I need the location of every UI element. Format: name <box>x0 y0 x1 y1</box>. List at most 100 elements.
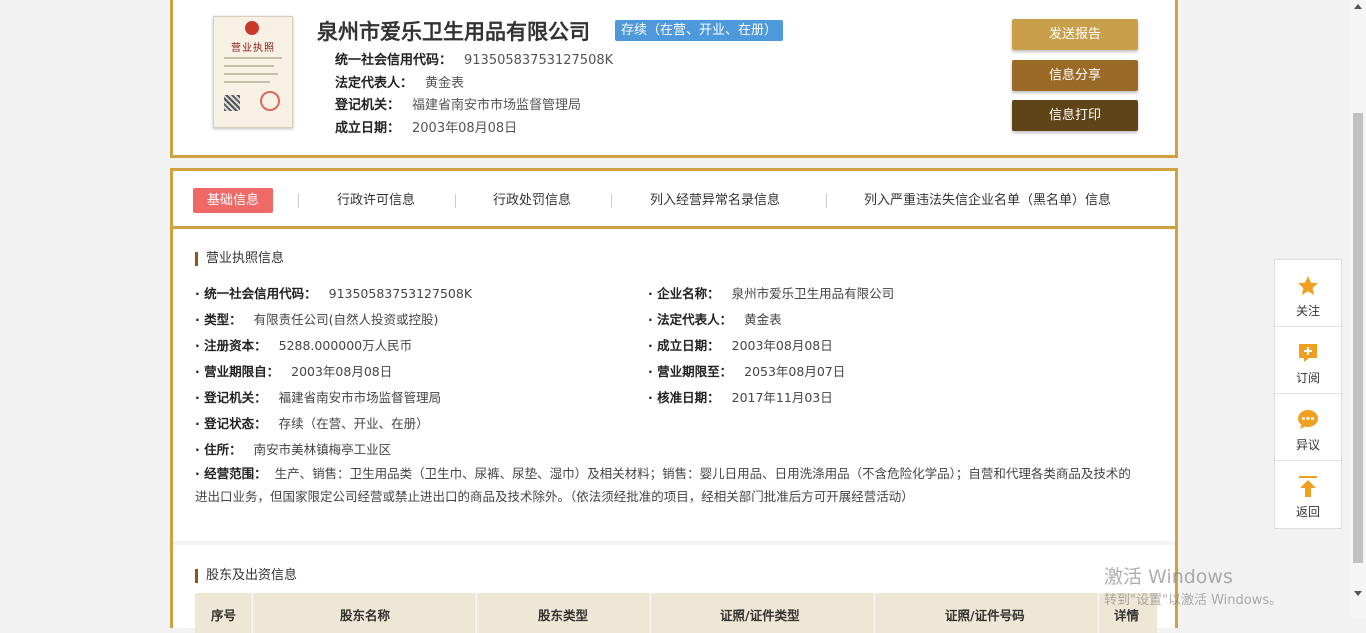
tab-abnormal-operation[interactable]: 列入经营异常名录信息 <box>650 188 780 213</box>
qr-code-icon <box>224 95 240 111</box>
field-value: 2053年08月07日 <box>744 364 846 379</box>
field-label: 登记机关： <box>204 390 267 405</box>
field-value: 5288.000000万人民币 <box>278 338 413 353</box>
column-header: 证照/证件类型 <box>720 608 800 623</box>
field-label: 营业期限至： <box>657 364 733 379</box>
subscribe-label: 订阅 <box>1295 371 1320 385</box>
tab-separator <box>455 194 456 208</box>
field-type: · 类型： 有限责任公司(自然人投资或控股) <box>195 312 439 327</box>
page-scrollbar[interactable] <box>1350 0 1366 619</box>
field-credit-code: · 统一社会信用代码： 91350583753127508K <box>195 286 473 301</box>
field-address: · 住所： 南安市美林镇梅亭工业区 <box>195 442 392 457</box>
field-label: 成立日期： <box>657 338 720 353</box>
field-value: 福建省南安市市场监督管理局 <box>278 390 442 405</box>
summary-value: 福建省南安市市场监督管理局 <box>412 98 582 113</box>
tab-admin-penalty[interactable]: 行政处罚信息 <box>493 188 571 213</box>
license-text-line <box>224 65 274 67</box>
column-header: 序号 <box>211 608 237 623</box>
column-separator <box>874 593 875 633</box>
shareholders-table-header: 序号 股东名称 股东类型 证照/证件类型 证照/证件号码 详情 <box>195 593 1157 633</box>
status-badge: 存续（在营、开业、在册） <box>615 20 784 41</box>
field-value: 黄金表 <box>744 312 782 327</box>
column-separator <box>252 593 253 633</box>
field-label: 住所： <box>204 442 242 457</box>
tab-separator <box>298 194 299 208</box>
follow-button[interactable]: 关注 <box>1275 260 1341 327</box>
back-to-top-button[interactable]: 返回 <box>1275 461 1341 527</box>
company-details-card: 基础信息 行政许可信息 行政处罚信息 列入经营异常名录信息 列入严重违法失信企业… <box>170 168 1178 633</box>
field-label: 企业名称： <box>657 286 720 301</box>
tab-blacklist[interactable]: 列入严重违法失信企业名单（黑名单）信息 <box>864 188 1111 213</box>
subscribe-button[interactable]: 订阅 <box>1275 327 1341 394</box>
field-registration-status: · 登记状态： 存续（在营、开业、在册） <box>195 416 429 431</box>
field-registered-capital: · 注册资本： 5288.000000万人民币 <box>195 338 413 353</box>
subscribe-plus-icon <box>1299 344 1317 362</box>
field-company-name: · 企业名称： 泉州市爱乐卫生用品有限公司 <box>648 286 895 301</box>
field-label: 统一社会信用代码： <box>204 286 317 301</box>
column-header: 股东名称 <box>340 608 391 623</box>
field-value: 91350583753127508K <box>328 286 473 301</box>
summary-label: 统一社会信用代码： <box>335 53 453 68</box>
share-info-button[interactable]: 信息分享 <box>1012 60 1138 91</box>
business-scope: · 经营范围： 生产、销售：卫生用品类（卫生巾、尿裤、尿垫、湿巾）及相关材料；销… <box>195 466 1131 504</box>
business-license-thumbnail[interactable]: 营业执照 <box>213 16 293 128</box>
objection-label: 异议 <box>1295 438 1320 452</box>
tab-bar: 基础信息 行政许可信息 行政处罚信息 列入经营异常名录信息 列入严重违法失信企业… <box>173 171 1175 229</box>
field-value: 2003年08月08日 <box>731 338 833 353</box>
windows-activation-watermark-title: 激活 Windows <box>1104 566 1233 588</box>
column-separator <box>476 593 477 633</box>
company-name: 泉州市爱乐卫生用品有限公司 <box>317 20 590 44</box>
tab-basic-info[interactable]: 基础信息 <box>193 188 274 213</box>
scrollbar-thumb[interactable] <box>1353 113 1363 563</box>
chat-bubble-icon <box>1298 410 1318 429</box>
tab-separator <box>611 194 612 208</box>
summary-label: 法定代表人： <box>335 76 414 91</box>
objection-button[interactable]: 异议 <box>1275 394 1341 461</box>
field-label: 法定代表人： <box>657 312 733 327</box>
summary-value: 黄金表 <box>425 76 465 91</box>
star-icon <box>1298 276 1318 295</box>
field-label: 营业期限自： <box>204 364 280 379</box>
side-action-panel: 关注 订阅 异议 返回 <box>1274 259 1342 529</box>
business-scope-value: 生产、销售：卫生用品类（卫生巾、尿裤、尿垫、湿巾）及相关材料；销售：婴儿日用品、… <box>195 466 1131 504</box>
field-established-date: · 成立日期： 2003年08月08日 <box>648 338 833 353</box>
scroll-down-arrow-icon[interactable] <box>1354 591 1362 596</box>
shareholders-section-title: 股东及出资信息 <box>195 569 297 583</box>
follow-label: 关注 <box>1295 304 1320 318</box>
tab-admin-license[interactable]: 行政许可信息 <box>337 188 415 213</box>
field-value: 泉州市爱乐卫生用品有限公司 <box>731 286 895 301</box>
field-legal-rep: · 法定代表人： 黄金表 <box>648 312 782 327</box>
summary-established-date: 成立日期： 2003年08月08日 <box>335 117 517 136</box>
field-label: 登记状态： <box>204 416 267 431</box>
summary-registration-authority: 登记机关： 福建省南安市市场监督管理局 <box>335 94 581 113</box>
column-header: 股东类型 <box>538 608 589 623</box>
business-scope-label: 经营范围： <box>204 466 267 481</box>
summary-label: 成立日期： <box>335 121 401 136</box>
send-report-button[interactable]: 发送报告 <box>1012 19 1138 50</box>
license-text-line <box>224 57 282 59</box>
summary-label: 登记机关： <box>335 98 401 113</box>
arrow-up-icon <box>1299 476 1317 497</box>
field-label: 注册资本： <box>204 338 267 353</box>
summary-value: 91350583753127508K <box>464 53 614 68</box>
field-label: 核准日期： <box>657 390 720 405</box>
field-value: 2003年08月08日 <box>291 364 393 379</box>
official-seal-icon <box>260 91 280 111</box>
summary-legal-rep: 法定代表人： 黄金表 <box>335 72 464 91</box>
field-label: 类型： <box>204 312 242 327</box>
column-header: 证照/证件号码 <box>945 608 1025 623</box>
column-separator <box>650 593 651 633</box>
summary-credit-code: 统一社会信用代码： 91350583753127508K <box>335 49 613 68</box>
field-value: 南安市美林镇梅亭工业区 <box>253 442 392 457</box>
national-emblem-icon <box>245 21 259 35</box>
field-value: 有限责任公司(自然人投资或控股) <box>253 312 439 327</box>
field-term-from: · 营业期限自： 2003年08月08日 <box>195 364 393 379</box>
print-info-button[interactable]: 信息打印 <box>1012 100 1138 131</box>
license-text-line <box>224 73 278 75</box>
field-value: 存续（在营、开业、在册） <box>278 416 429 431</box>
company-summary-card: 营业执照 泉州市爱乐卫生用品有限公司 存续（在营、开业、在册） 统一社会信用代码… <box>170 0 1178 158</box>
field-term-to: · 营业期限至： 2053年08月07日 <box>648 364 846 379</box>
field-registration-authority: · 登记机关： 福建省南安市市场监督管理局 <box>195 390 442 405</box>
scroll-up-arrow-icon[interactable] <box>1354 4 1362 9</box>
back-label: 返回 <box>1295 505 1320 519</box>
